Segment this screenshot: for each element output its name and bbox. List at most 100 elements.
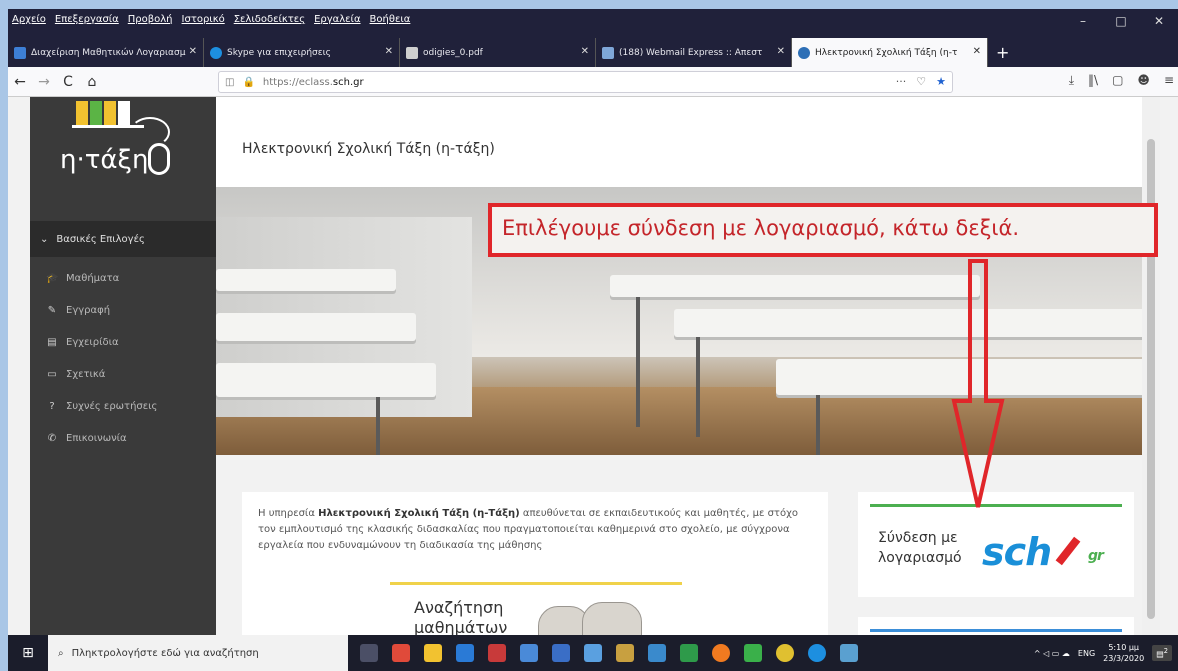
- sidebar-item-register[interactable]: ✎ Εγγραφή: [30, 294, 216, 326]
- login-label[interactable]: Σύνδεση με λογαριασμό: [878, 528, 978, 568]
- windows-start-icon[interactable]: ⊞: [8, 645, 48, 661]
- tab-accounts[interactable]: Διαχείριση Μαθητικών Λογαριασμ ✕: [8, 38, 204, 67]
- app-icon[interactable]: [680, 644, 698, 662]
- tab-pdf[interactable]: odigies_0.pdf ✕: [400, 38, 596, 67]
- menu-file[interactable]: Αρχείο: [12, 14, 46, 30]
- tab-label: odigies_0.pdf: [423, 47, 483, 58]
- sidebar: η·τάξη ⌄ Βασικές Επιλογές 🎓 Μαθήματα ✎ Ε…: [30, 97, 216, 635]
- main-content: Ηλεκτρονική Σχολική Τάξη (η-τάξη) Η υπηρ…: [216, 97, 1160, 638]
- clock-date: 23/3/2020: [1103, 654, 1145, 663]
- logo-book-icon: [104, 101, 116, 125]
- menu-header-label: Βασικές Επιλογές: [56, 233, 145, 245]
- task-view-icon[interactable]: [360, 644, 378, 662]
- tab-close-icon[interactable]: ✕: [973, 46, 981, 57]
- skype-icon[interactable]: [808, 644, 826, 662]
- photos-icon[interactable]: [840, 644, 858, 662]
- sidebar-item-about[interactable]: ▭ Σχετικά: [30, 358, 216, 390]
- tab-close-icon[interactable]: ✕: [777, 46, 785, 57]
- downloads-icon[interactable]: ⤓: [1069, 73, 1074, 88]
- tab-close-icon[interactable]: ✕: [189, 46, 197, 57]
- sidebar-item-faq[interactable]: ? Συχνές ερωτήσεις: [30, 390, 216, 422]
- menu-tools[interactable]: Εργαλεία: [314, 14, 360, 30]
- pen-icon: [1055, 536, 1081, 566]
- sidebar-menu: 🎓 Μαθήματα ✎ Εγγραφή ▤ Εγχειρίδια ▭ Σχετ…: [30, 262, 216, 454]
- app-icon[interactable]: [552, 644, 570, 662]
- sidebar-item-label: Εγγραφή: [66, 304, 111, 316]
- menu-bookmarks[interactable]: Σελιδοδείκτες: [234, 14, 305, 30]
- menu-view[interactable]: Προβολή: [128, 14, 173, 30]
- reload-button[interactable]: C: [56, 74, 80, 90]
- hero-desk: [776, 359, 1160, 395]
- menu-history[interactable]: Ιστορικό: [182, 14, 225, 30]
- app-icon[interactable]: [648, 644, 666, 662]
- tab-close-icon[interactable]: ✕: [581, 46, 589, 57]
- firefox-icon[interactable]: [712, 644, 730, 662]
- divider: [870, 504, 1122, 507]
- language-indicator[interactable]: ENG: [1078, 649, 1095, 658]
- sidebar-item-manuals[interactable]: ▤ Εγχειρίδια: [30, 326, 216, 358]
- pdf-icon: [406, 46, 418, 59]
- address-bar[interactable]: ◫ 🔒 https://eclass.sch.gr ··· ♡ ★: [218, 71, 953, 93]
- file-explorer-icon[interactable]: [424, 644, 442, 662]
- eclass-logo[interactable]: η·τάξη: [30, 97, 216, 221]
- sidebar-item-label: Συχνές ερωτήσεις: [66, 400, 158, 412]
- maximize-button[interactable]: □: [1102, 11, 1140, 31]
- tab-label: Skype για επιχειρήσεις: [227, 47, 331, 58]
- app-icon[interactable]: [520, 644, 538, 662]
- app-icon[interactable]: [744, 644, 762, 662]
- tab-skype[interactable]: Skype για επιχειρήσεις ✕: [204, 38, 400, 67]
- hamburger-menu-icon[interactable]: ≡: [1164, 73, 1174, 88]
- question-icon: ?: [49, 400, 55, 412]
- taskbar-search[interactable]: ⌕ Πληκτρολογήστε εδώ για αναζήτηση: [48, 635, 348, 671]
- page-actions-icon[interactable]: ···: [896, 75, 907, 88]
- tab-close-icon[interactable]: ✕: [385, 46, 393, 57]
- app-icon[interactable]: [488, 644, 506, 662]
- edit-icon: ✎: [47, 304, 57, 316]
- new-tab-button[interactable]: +: [988, 38, 1009, 67]
- account-icon[interactable]: ☻: [1137, 73, 1150, 88]
- forward-button[interactable]: →: [32, 74, 56, 90]
- notifications-icon[interactable]: ▤2: [1152, 645, 1172, 661]
- login-box[interactable]: Σύνδεση με λογαριασμό sch gr: [858, 492, 1134, 597]
- pocket-icon[interactable]: ♡: [916, 75, 926, 88]
- sidebar-item-courses[interactable]: 🎓 Μαθήματα: [30, 262, 216, 294]
- eclass-favicon-icon: [798, 46, 810, 59]
- taskbar: ⊞ ⌕ Πληκτρολογήστε εδώ για αναζήτηση ^ ◁…: [8, 635, 1178, 671]
- home-button[interactable]: ⌂: [80, 74, 104, 90]
- menu-edit[interactable]: Επεξεργασία: [55, 14, 119, 30]
- system-tray: ^ ◁ ▭ ☁ ENG 5:10 μμ 23/3/2020 ▤2: [1034, 635, 1172, 671]
- close-window-button[interactable]: ✕: [1140, 11, 1178, 31]
- hero-desk-leg: [376, 397, 380, 455]
- menu-help[interactable]: Βοήθεια: [370, 14, 411, 30]
- menu-bar: Αρχείο Επεξεργασία Προβολή Ιστορικό Σελι…: [12, 14, 410, 30]
- info-box: Η υπηρεσία Ηλεκτρονική Σχολική Τάξη (η-Τ…: [242, 492, 828, 638]
- tray-icons[interactable]: ^ ◁ ▭ ☁: [1034, 649, 1070, 658]
- app-icon[interactable]: [584, 644, 602, 662]
- sidebar-item-contact[interactable]: ✆ Επικοινωνία: [30, 422, 216, 454]
- chrome-icon[interactable]: [776, 644, 794, 662]
- navigation-bar: ← → C ⌂ ◫ 🔒 https://eclass.sch.gr ··· ♡ …: [8, 67, 1178, 97]
- hero-desk: [216, 363, 436, 397]
- library-icon[interactable]: ‖\: [1088, 73, 1098, 88]
- instruction-callout: Επιλέγουμε σύνδεση με λογαριασμό, κάτω δ…: [488, 203, 1158, 257]
- page-scrollbar[interactable]: [1142, 97, 1160, 635]
- app-icon[interactable]: [616, 644, 634, 662]
- clock[interactable]: 5:10 μμ 23/3/2020: [1103, 642, 1144, 664]
- menu-header[interactable]: ⌄ Βασικές Επιλογές: [30, 221, 216, 257]
- callout-text: Επιλέγουμε σύνδεση με λογαριασμό, κάτω δ…: [502, 216, 1020, 240]
- sidebar-item-label: Σχετικά: [66, 368, 106, 380]
- bookmark-star-icon[interactable]: ★: [936, 75, 946, 88]
- sidebar-toggle-icon[interactable]: ▢: [1112, 73, 1123, 88]
- tab-eclass[interactable]: Ηλεκτρονική Σχολική Τάξη (η-τ ✕: [792, 38, 988, 67]
- course-search-label[interactable]: Αναζήτηση μαθημάτων: [414, 598, 524, 638]
- mail-icon[interactable]: [456, 644, 474, 662]
- sch-logo[interactable]: sch gr: [982, 530, 1104, 574]
- tab-strip: Διαχείριση Μαθητικών Λογαριασμ ✕ Skype γ…: [8, 38, 1178, 67]
- card-icon: ▭: [47, 368, 57, 380]
- tab-webmail[interactable]: (188) Webmail Express :: Απεστ ✕: [596, 38, 792, 67]
- app-icon[interactable]: [392, 644, 410, 662]
- title-bar: Αρχείο Επεξεργασία Προβολή Ιστορικό Σελι…: [8, 9, 1178, 67]
- web-page: η·τάξη ⌄ Βασικές Επιλογές 🎓 Μαθήματα ✎ Ε…: [8, 97, 1178, 638]
- minimize-button[interactable]: –: [1064, 11, 1102, 31]
- back-button[interactable]: ←: [8, 74, 32, 90]
